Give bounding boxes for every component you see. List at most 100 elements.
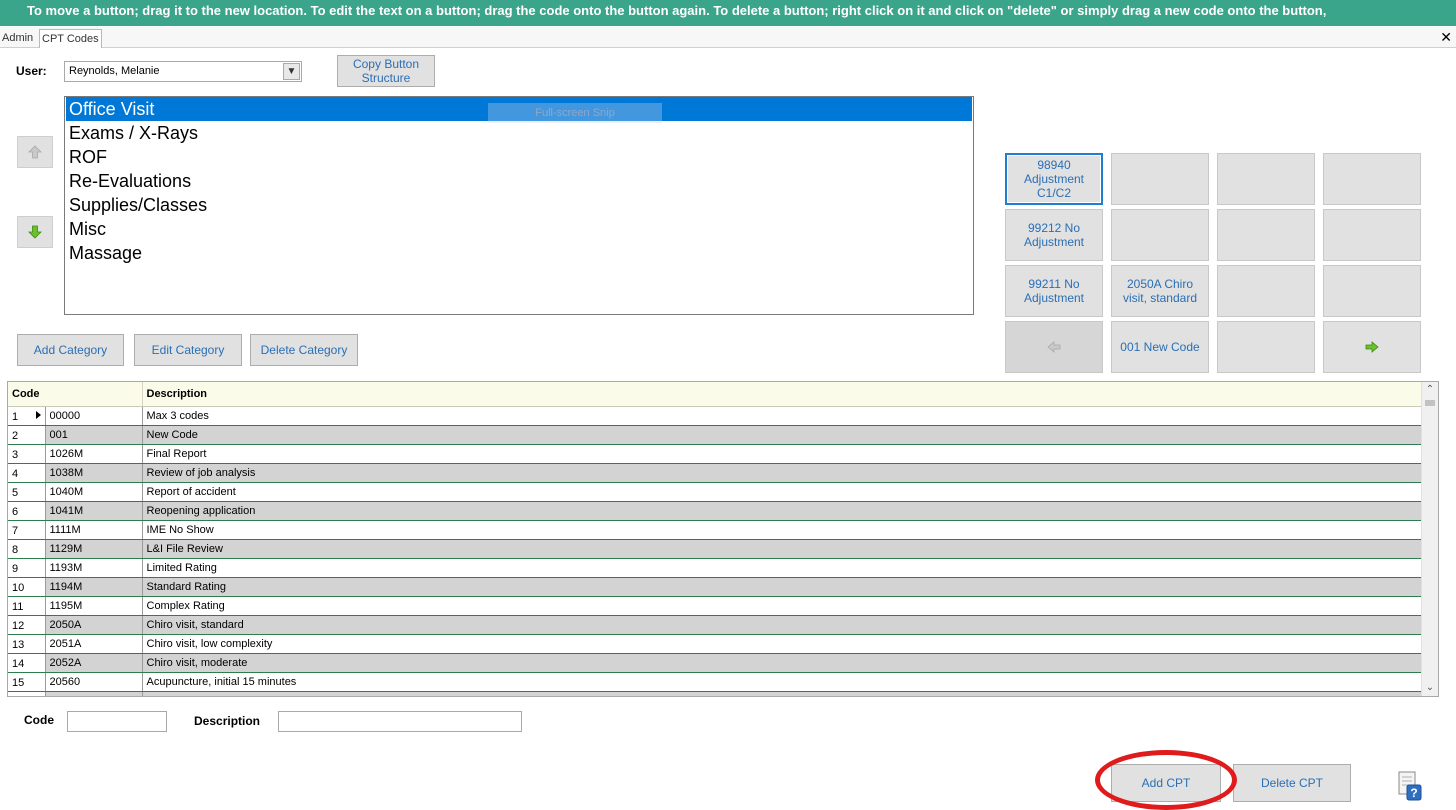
cell-description[interactable]: Review of job analysis xyxy=(142,463,1422,483)
table-row[interactable]: 9 1193M Limited Rating xyxy=(8,558,1422,578)
table-row[interactable]: 1620561Acupuncture, each additional 15 m… xyxy=(8,691,1422,696)
cell-code[interactable]: 1195M xyxy=(45,596,143,616)
row-number[interactable]: 13 xyxy=(8,634,46,654)
row-number[interactable]: 3 xyxy=(8,444,46,464)
row-number[interactable]: 11 xyxy=(8,596,46,616)
cell-description[interactable]: IME No Show xyxy=(142,520,1422,540)
cell-description[interactable]: Chiro visit, standard xyxy=(142,615,1422,635)
cell-code[interactable]: 001 xyxy=(45,425,143,445)
cell-code[interactable]: 1194M xyxy=(45,577,143,597)
tab-cpt-codes[interactable]: CPT Codes xyxy=(39,29,102,48)
copy-button-structure-button[interactable]: Copy Button Structure xyxy=(337,55,435,87)
edit-category-button[interactable]: Edit Category xyxy=(134,334,242,366)
chevron-down-icon[interactable]: ▼ xyxy=(283,63,300,80)
row-number[interactable]: 2 xyxy=(8,425,46,445)
scroll-down-icon[interactable]: ⌄ xyxy=(1422,680,1438,696)
cell-description[interactable]: Chiro visit, low complexity xyxy=(142,634,1422,654)
add-category-button[interactable]: Add Category xyxy=(17,334,124,366)
table-row[interactable]: 2 001 New Code xyxy=(8,425,1422,445)
row-number[interactable]: 14 xyxy=(8,653,46,673)
row-number[interactable]: 5 xyxy=(8,482,46,502)
code-button[interactable] xyxy=(1217,265,1315,317)
cell-code[interactable]: 1041M xyxy=(45,501,143,521)
code-button[interactable]: 98940 Adjustment C1/C2 xyxy=(1005,153,1103,205)
cell-code[interactable]: 20561 xyxy=(45,691,143,696)
table-scrollbar[interactable]: ⌃ ⌄ xyxy=(1421,382,1438,696)
code-button[interactable] xyxy=(1217,321,1315,373)
row-number[interactable]: 12 xyxy=(8,615,46,635)
table-row[interactable]: 1 00000 Max 3 codes xyxy=(8,406,1422,426)
cell-description[interactable]: L&I File Review xyxy=(142,539,1422,559)
cell-code[interactable]: 1193M xyxy=(45,558,143,578)
close-icon[interactable]: ✕ xyxy=(1440,28,1452,46)
table-row[interactable]: 12 2050A Chiro visit, standard xyxy=(8,615,1422,635)
row-number[interactable]: 6 xyxy=(8,501,46,521)
scroll-thumb[interactable] xyxy=(1425,400,1435,406)
scroll-up-icon[interactable]: ⌃ xyxy=(1422,382,1438,398)
tab-admin[interactable]: Admin xyxy=(0,29,35,48)
code-button[interactable]: 2050A Chiro visit, standard xyxy=(1111,265,1209,317)
cell-description[interactable]: Complex Rating xyxy=(142,596,1422,616)
list-item[interactable]: Massage xyxy=(66,241,972,265)
code-button[interactable] xyxy=(1111,153,1209,205)
list-item[interactable]: Exams / X-Rays xyxy=(66,121,972,145)
cell-code[interactable]: 00000 xyxy=(45,406,143,426)
table-row[interactable]: 7 1111M IME No Show xyxy=(8,520,1422,540)
table-row[interactable]: 14 2052A Chiro visit, moderate xyxy=(8,653,1422,673)
cell-code[interactable]: 1038M xyxy=(45,463,143,483)
row-number[interactable]: 10 xyxy=(8,577,46,597)
column-header-description[interactable]: Description xyxy=(142,382,1422,407)
list-item[interactable]: Supplies/Classes xyxy=(66,193,972,217)
table-row[interactable]: 6 1041M Reopening application xyxy=(8,501,1422,521)
cell-code[interactable]: 1040M xyxy=(45,482,143,502)
next-page-button[interactable] xyxy=(1323,321,1421,373)
code-button[interactable]: 99211 No Adjustment xyxy=(1005,265,1103,317)
category-list[interactable]: Office Visit Exams / X-Rays ROF Re-Evalu… xyxy=(64,96,974,315)
prev-page-button[interactable] xyxy=(1005,321,1103,373)
list-item[interactable]: ROF xyxy=(66,145,972,169)
cell-description[interactable]: Acupuncture, initial 15 minutes xyxy=(142,672,1422,692)
table-row[interactable]: 3 1026M Final Report xyxy=(8,444,1422,464)
cell-description[interactable]: Standard Rating xyxy=(142,577,1422,597)
row-number[interactable]: 16 xyxy=(8,691,46,696)
cell-code[interactable]: 2052A xyxy=(45,653,143,673)
cell-code[interactable]: 1129M xyxy=(45,539,143,559)
cell-description[interactable]: Final Report xyxy=(142,444,1422,464)
table-row[interactable]: 10 1194M Standard Rating xyxy=(8,577,1422,597)
cell-code[interactable]: 2051A xyxy=(45,634,143,654)
table-row[interactable]: 4 1038M Review of job analysis xyxy=(8,463,1422,483)
list-item[interactable]: Misc xyxy=(66,217,972,241)
cell-description[interactable]: Report of accident xyxy=(142,482,1422,502)
move-up-button[interactable] xyxy=(17,136,53,168)
cell-code[interactable]: 20560 xyxy=(45,672,143,692)
cell-description[interactable]: Acupuncture, each additional 15 minutes xyxy=(142,691,1422,696)
table-row[interactable]: 5 1040M Report of accident xyxy=(8,482,1422,502)
description-input[interactable] xyxy=(278,711,522,732)
code-button[interactable]: 99212 No Adjustment xyxy=(1005,209,1103,261)
cell-code[interactable]: 2050A xyxy=(45,615,143,635)
table-row[interactable]: 13 2051A Chiro visit, low complexity xyxy=(8,634,1422,654)
row-number[interactable]: 4 xyxy=(8,463,46,483)
delete-category-button[interactable]: Delete Category xyxy=(250,334,358,366)
code-button[interactable]: 001 New Code xyxy=(1111,321,1209,373)
table-row[interactable]: 8 1129M L&I File Review xyxy=(8,539,1422,559)
cell-description[interactable]: Limited Rating xyxy=(142,558,1422,578)
row-number[interactable]: 1 xyxy=(8,406,46,426)
cell-description[interactable]: Max 3 codes xyxy=(142,406,1422,426)
code-button[interactable] xyxy=(1323,265,1421,317)
move-down-button[interactable] xyxy=(17,216,53,248)
cell-description[interactable]: Chiro visit, moderate xyxy=(142,653,1422,673)
cpt-table[interactable]: Code Description 1 00000 Max 3 codes 2 001 Ne… xyxy=(7,381,1439,697)
table-row[interactable]: 11 1195M Complex Rating xyxy=(8,596,1422,616)
cell-description[interactable]: Reopening application xyxy=(142,501,1422,521)
code-button[interactable] xyxy=(1323,209,1421,261)
row-number[interactable]: 15 xyxy=(8,672,46,692)
code-input[interactable] xyxy=(67,711,167,732)
row-number[interactable]: 9 xyxy=(8,558,46,578)
cell-description[interactable]: New Code xyxy=(142,425,1422,445)
column-header-code[interactable]: Code xyxy=(8,382,143,407)
code-button[interactable] xyxy=(1217,153,1315,205)
code-button[interactable] xyxy=(1323,153,1421,205)
code-button[interactable] xyxy=(1111,209,1209,261)
row-number[interactable]: 7 xyxy=(8,520,46,540)
